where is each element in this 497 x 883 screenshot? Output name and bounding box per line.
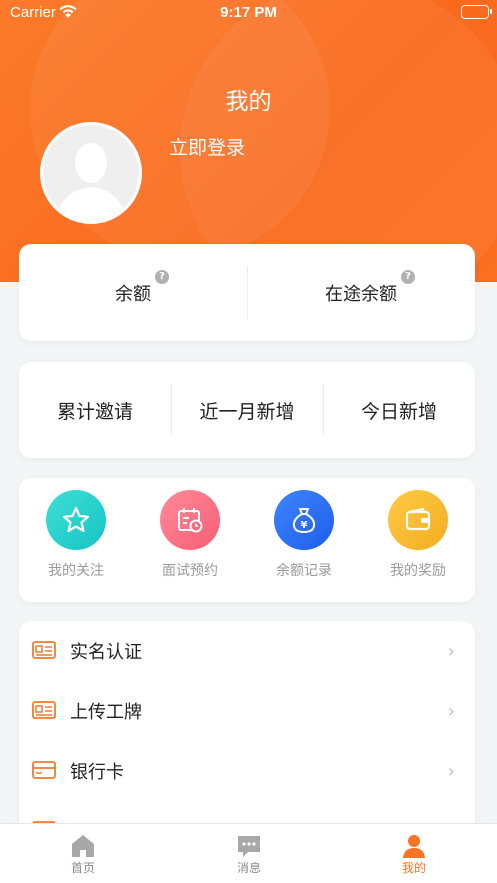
svg-text:¥: ¥ (301, 520, 308, 531)
stat-today-new[interactable]: 今日新增 (323, 362, 475, 458)
battery-icon (461, 5, 492, 19)
profile-header: Carrier 9:17 PM 我的 立即登录 (0, 0, 497, 282)
tab-messages[interactable]: 消息 (166, 824, 332, 883)
menu-real-name-auth[interactable]: 实名认证 › (19, 621, 475, 681)
help-icon[interactable]: ? (155, 269, 169, 284)
shortcut-my-rewards[interactable]: 我的奖励 (361, 490, 475, 580)
clock: 9:17 PM (220, 4, 277, 21)
avatar[interactable] (40, 122, 142, 224)
calendar-icon (160, 490, 220, 550)
shortcut-label: 我的奖励 (390, 563, 446, 579)
shortcut-interview[interactable]: 面试预约 (133, 490, 247, 580)
pending-balance-item[interactable]: 在途余额? (247, 244, 475, 341)
shortcut-label: 余额记录 (276, 563, 332, 579)
person-icon (401, 833, 427, 859)
money-bag-icon: ¥ (274, 490, 334, 550)
shortcut-balance-records[interactable]: ¥ 余额记录 (247, 490, 361, 580)
shortcuts-card: 我的关注 面试预约 ¥ 余额记录 我的奖励 (19, 478, 475, 602)
stat-label: 近一月新增 (199, 400, 295, 423)
id-card-icon (32, 640, 56, 660)
login-link[interactable]: 立即登录 (169, 133, 245, 160)
stat-month-new[interactable]: 近一月新增 (171, 362, 323, 458)
wallet-icon (388, 490, 448, 550)
menu-label: 上传工牌 (70, 702, 142, 723)
chevron-right-icon: › (447, 701, 455, 722)
balance-card: 余额? 在途余额? (19, 244, 475, 341)
page-title: 我的 (225, 89, 272, 115)
status-bar: Carrier 9:17 PM (0, 0, 497, 26)
shortcut-my-follows[interactable]: 我的关注 (19, 490, 133, 580)
tab-label: 消息 (236, 861, 261, 875)
shortcut-label: 我的关注 (48, 563, 104, 579)
pending-balance-label: 在途余额 (325, 283, 397, 305)
tab-mine[interactable]: 我的 (331, 824, 497, 883)
balance-label: 余额 (115, 283, 151, 305)
shortcut-label: 面试预约 (162, 563, 218, 579)
tab-bar: 首页 消息 我的 (0, 823, 497, 883)
menu-upload-badge[interactable]: 上传工牌 › (19, 681, 475, 741)
badge-card-icon (32, 700, 56, 720)
tab-label: 首页 (70, 861, 95, 875)
tab-label: 我的 (401, 861, 426, 875)
invite-stats-card: 累计邀请 近一月新增 今日新增 (19, 362, 475, 458)
stat-label: 今日新增 (360, 400, 437, 423)
menu-bank-card[interactable]: 银行卡 › (19, 741, 475, 801)
star-icon (46, 490, 106, 550)
stat-total-invites[interactable]: 累计邀请 (19, 362, 171, 458)
chevron-right-icon: › (447, 641, 455, 662)
stat-label: 累计邀请 (56, 400, 133, 423)
menu-label: 实名认证 (70, 642, 142, 663)
message-icon (236, 833, 262, 859)
help-icon[interactable]: ? (401, 269, 415, 284)
settings-list: 实名认证 › 上传工牌 › 银行卡 › (19, 621, 475, 841)
balance-item[interactable]: 余额? (19, 244, 247, 341)
tab-home[interactable]: 首页 (0, 824, 166, 883)
home-icon (70, 833, 96, 859)
default-avatar-icon (43, 125, 139, 221)
chevron-right-icon: › (447, 761, 455, 782)
menu-label: 银行卡 (70, 762, 124, 783)
bank-card-icon (32, 760, 56, 780)
